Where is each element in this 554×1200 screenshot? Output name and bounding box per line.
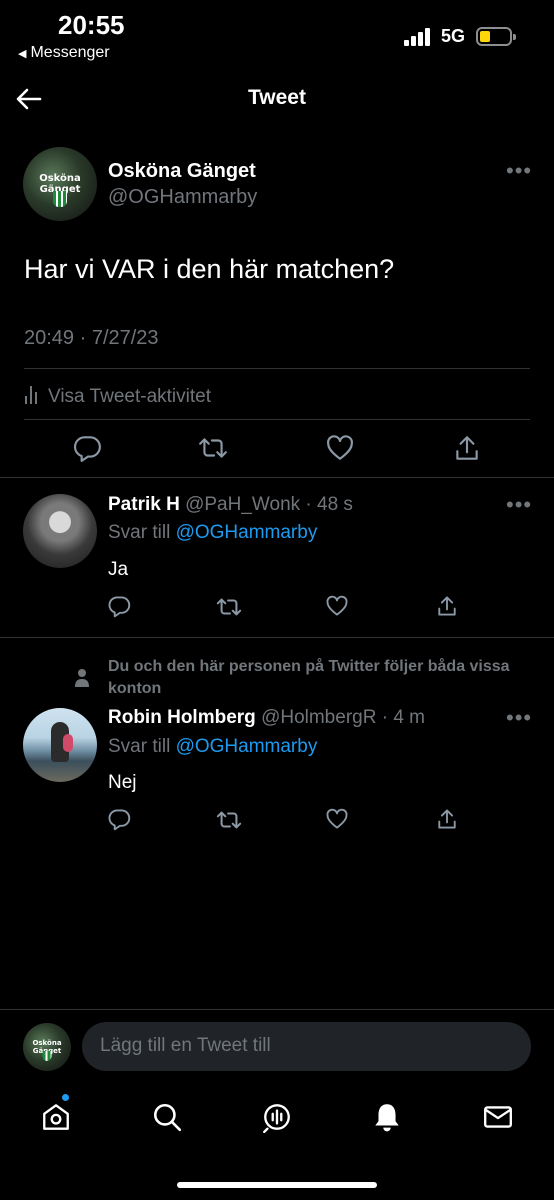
page-header: Tweet — [0, 74, 554, 130]
home-indicator[interactable] — [177, 1182, 377, 1188]
reply-author[interactable]: Robin Holmberg @HolmbergR · 4 m — [108, 707, 425, 729]
retweet-icon[interactable] — [216, 807, 242, 833]
share-icon[interactable] — [435, 807, 459, 831]
reply-author-name: Patrik H — [108, 494, 180, 515]
reply-author-name: Robin Holmberg — [108, 707, 256, 728]
reply-icon[interactable] — [72, 433, 102, 463]
back-to-app-link[interactable]: ◀ Messenger — [18, 44, 110, 62]
search-icon[interactable] — [151, 1101, 183, 1133]
reply-context: Svar till @OGHammarby — [108, 736, 317, 758]
reply-icon[interactable] — [107, 807, 131, 831]
like-icon[interactable] — [325, 807, 349, 831]
spaces-icon[interactable] — [261, 1101, 293, 1133]
back-app-label: Messenger — [30, 44, 110, 61]
reply-compose-input[interactable]: Lägg till en Tweet till — [82, 1022, 531, 1071]
reply-handle-time: @HolmbergR · 4 m — [261, 707, 425, 728]
home-icon[interactable] — [40, 1101, 72, 1133]
divider — [0, 637, 554, 638]
unread-dot-icon — [61, 1093, 70, 1102]
composer-avatar[interactable]: Osköna Gänget — [23, 1023, 71, 1071]
back-triangle-icon: ◀ — [18, 48, 27, 60]
avatar-figure-child — [63, 734, 73, 752]
status-bar: 20:55 ◀ Messenger 5G — [0, 0, 554, 74]
status-time: 20:55 — [58, 10, 125, 40]
like-icon[interactable] — [325, 594, 349, 618]
main-tweet-author-name[interactable]: Osköna Gänget — [108, 160, 256, 183]
reply-text: Ja — [108, 559, 129, 580]
divider — [0, 477, 554, 478]
reply-handle-time: @PaH_Wonk · 48 s — [185, 494, 353, 515]
main-tweet-text: Har vi VAR i den här matchen? — [24, 254, 395, 284]
share-icon[interactable] — [435, 594, 459, 618]
reply-author[interactable]: Patrik H @PaH_Wonk · 48 s — [108, 494, 353, 516]
main-tweet-timestamp: 20:49 · 7/27/23 — [24, 327, 159, 349]
divider — [24, 368, 530, 369]
reply-prefix: Svar till — [108, 522, 171, 543]
notifications-icon[interactable] — [371, 1101, 403, 1133]
social-context-text: Du och den här personen på Twitter följe… — [108, 658, 510, 697]
more-options-icon[interactable]: ••• — [506, 705, 532, 731]
activity-label: Visa Tweet-aktivitet — [48, 386, 211, 407]
crest-icon — [42, 1051, 52, 1061]
divider — [0, 1009, 554, 1010]
retweet-icon[interactable] — [198, 433, 228, 463]
retweet-icon[interactable] — [216, 594, 242, 620]
like-icon[interactable] — [325, 433, 355, 463]
analytics-icon — [24, 386, 40, 404]
reply-prefix: Svar till — [108, 736, 171, 757]
signal-icon — [404, 26, 434, 46]
more-options-icon[interactable]: ••• — [506, 492, 532, 518]
battery-icon — [476, 27, 516, 46]
reply-avatar[interactable] — [23, 494, 97, 568]
crest-icon — [53, 191, 67, 207]
divider — [24, 419, 530, 420]
reply-mention-link[interactable]: @OGHammarby — [176, 736, 318, 757]
reply-text: Nej — [108, 772, 137, 793]
main-tweet-avatar[interactable]: Osköna Gänget — [23, 147, 97, 221]
reply-avatar[interactable] — [23, 708, 97, 782]
page-title: Tweet — [248, 86, 306, 109]
tweet-activity-link[interactable]: Visa Tweet-aktivitet — [24, 386, 211, 408]
person-icon — [75, 669, 89, 687]
main-tweet-handle[interactable]: @OGHammarby — [108, 186, 257, 209]
reply-context: Svar till @OGHammarby — [108, 522, 317, 544]
reply-mention-link[interactable]: @OGHammarby — [176, 522, 318, 543]
reply-icon[interactable] — [107, 594, 131, 618]
share-icon[interactable] — [452, 433, 482, 463]
more-options-icon[interactable]: ••• — [506, 158, 532, 184]
network-label: 5G — [441, 26, 466, 46]
messages-icon[interactable] — [482, 1101, 514, 1133]
